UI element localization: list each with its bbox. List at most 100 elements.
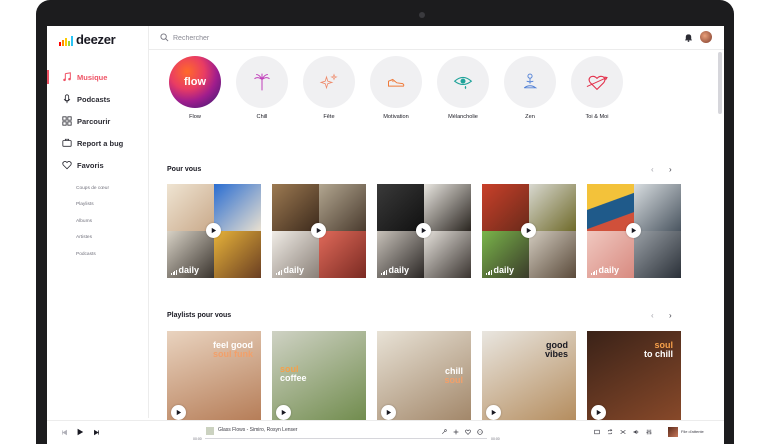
- logo-equalizer-icon: [59, 36, 73, 46]
- playlist-card[interactable]: chill soul: [377, 331, 471, 425]
- daily-mix-card[interactable]: daily: [272, 184, 366, 278]
- more-icon: [477, 429, 483, 435]
- previous-track-button[interactable]: [59, 427, 69, 437]
- play-button[interactable]: [486, 405, 501, 420]
- deezer-mini-logo-icon: [486, 270, 492, 275]
- top-bar: [149, 26, 724, 50]
- eye-tear-icon: [453, 76, 473, 90]
- play-button[interactable]: [591, 405, 606, 420]
- daily-mix-card[interactable]: daily: [167, 184, 261, 278]
- flow-badge-text: flow: [184, 76, 206, 88]
- main-content: flow Flow Chill Fête Motivation Mélancho…: [149, 50, 717, 425]
- mood-melancholie[interactable]: Mélancholie: [433, 56, 493, 120]
- play-button[interactable]: [416, 223, 431, 238]
- mood-fete[interactable]: Fête: [299, 56, 359, 120]
- play-icon: [176, 409, 182, 416]
- progress-bar[interactable]: [205, 438, 487, 439]
- subnav-playlists[interactable]: Playlists: [47, 197, 149, 214]
- mood-zen[interactable]: Zen: [500, 56, 560, 120]
- lyrics-button[interactable]: [439, 427, 449, 437]
- queue-list-button[interactable]: [592, 427, 602, 437]
- daily-label: daily: [598, 265, 620, 275]
- daily-mix-card[interactable]: daily: [482, 184, 576, 278]
- play-button[interactable]: [626, 223, 641, 238]
- equalizer-button[interactable]: [644, 427, 654, 437]
- sidebar-item-podcasts[interactable]: Podcasts: [47, 88, 149, 110]
- bell-icon[interactable]: [684, 33, 693, 42]
- play-button[interactable]: [381, 405, 396, 420]
- heart-arrow-icon: [586, 75, 608, 91]
- carousel-next-button[interactable]: ›: [669, 311, 672, 320]
- sidebar-item-label: Report a bug: [77, 138, 124, 148]
- meditation-icon: [523, 73, 538, 89]
- skip-back-icon: [61, 429, 67, 435]
- play-icon: [631, 227, 637, 234]
- playlist-card[interactable]: good vibes: [482, 331, 576, 425]
- play-button[interactable]: [276, 405, 291, 420]
- heart-icon: [61, 159, 73, 171]
- volume-icon: [633, 429, 639, 435]
- daily-mix-card[interactable]: daily: [587, 184, 681, 278]
- deezer-mini-logo-icon: [591, 270, 597, 275]
- playlist-card[interactable]: soul to chill: [587, 331, 681, 425]
- playlist-title-main: to chill: [644, 349, 673, 359]
- subnav-artistes[interactable]: Artistes: [47, 230, 149, 247]
- playlist-title-main: soul funk: [213, 349, 253, 359]
- playlist-title-main: soul: [444, 375, 463, 385]
- play-button[interactable]: [311, 223, 326, 238]
- sidebar-item-report-bug[interactable]: Report a bug: [47, 132, 149, 154]
- more-options-button[interactable]: [475, 427, 485, 437]
- mood-label: Zen: [525, 114, 535, 120]
- repeat-button[interactable]: [605, 427, 615, 437]
- daily-label: daily: [178, 265, 200, 275]
- carousel-prev-button[interactable]: ‹: [651, 311, 654, 320]
- daily-mix-card[interactable]: daily: [377, 184, 471, 278]
- subnav-podcasts[interactable]: Podcasts: [47, 246, 149, 263]
- sidebar-item-label: Favoris: [77, 160, 104, 170]
- webcam: [419, 12, 425, 18]
- sidebar-item-parcourir[interactable]: Parcourir: [47, 110, 149, 132]
- track-cover: [206, 427, 214, 435]
- shuffle-button[interactable]: [618, 427, 628, 437]
- deezer-logo[interactable]: deezer: [59, 33, 116, 46]
- sidebar-item-label: Musique: [77, 72, 108, 82]
- play-button[interactable]: [206, 223, 221, 238]
- play-icon: [77, 428, 84, 436]
- carousel-next-button[interactable]: ›: [669, 165, 672, 174]
- sidebar-item-musique[interactable]: Musique: [47, 66, 149, 88]
- favorite-button[interactable]: [463, 427, 473, 437]
- mood-flow[interactable]: flow Flow: [165, 56, 225, 120]
- play-button[interactable]: [171, 405, 186, 420]
- sidebar-item-favoris[interactable]: Favoris: [47, 154, 149, 176]
- playlist-card[interactable]: soul coffee: [272, 331, 366, 425]
- daily-label: daily: [283, 265, 305, 275]
- play-icon: [491, 409, 497, 416]
- subnav-albums[interactable]: Albums: [47, 213, 149, 230]
- play-icon: [316, 227, 322, 234]
- search-icon: [160, 33, 169, 42]
- subnav-coups-de-coeur[interactable]: Coups de cœur: [47, 180, 149, 197]
- scrollbar[interactable]: [718, 52, 722, 114]
- next-track-button[interactable]: [91, 427, 101, 437]
- main-nav: Musique Podcasts Parcourir Report a bug: [47, 66, 149, 176]
- queue-label[interactable]: File d'attente: [681, 429, 704, 434]
- user-avatar[interactable]: [700, 31, 712, 43]
- play-button[interactable]: [521, 223, 536, 238]
- plus-icon: [453, 429, 459, 435]
- deezer-mini-logo-icon: [171, 270, 177, 275]
- mood-chill[interactable]: Chill: [232, 56, 292, 120]
- flow-icon: flow: [169, 56, 221, 108]
- mood-motivation[interactable]: Motivation: [366, 56, 426, 120]
- mood-toi-et-moi[interactable]: Toi & Moi: [567, 56, 627, 120]
- carousel-prev-button[interactable]: ‹: [651, 165, 654, 174]
- queue-icon: [594, 429, 600, 435]
- search-input[interactable]: [173, 31, 373, 45]
- daily-label: daily: [388, 265, 410, 275]
- daily-label: daily: [493, 265, 515, 275]
- queue-cover[interactable]: [668, 427, 678, 437]
- volume-button[interactable]: [631, 427, 641, 437]
- playlist-card[interactable]: feel good soul funk: [167, 331, 261, 425]
- play-icon: [281, 409, 287, 416]
- add-to-playlist-button[interactable]: [451, 427, 461, 437]
- play-pause-button[interactable]: [75, 427, 85, 437]
